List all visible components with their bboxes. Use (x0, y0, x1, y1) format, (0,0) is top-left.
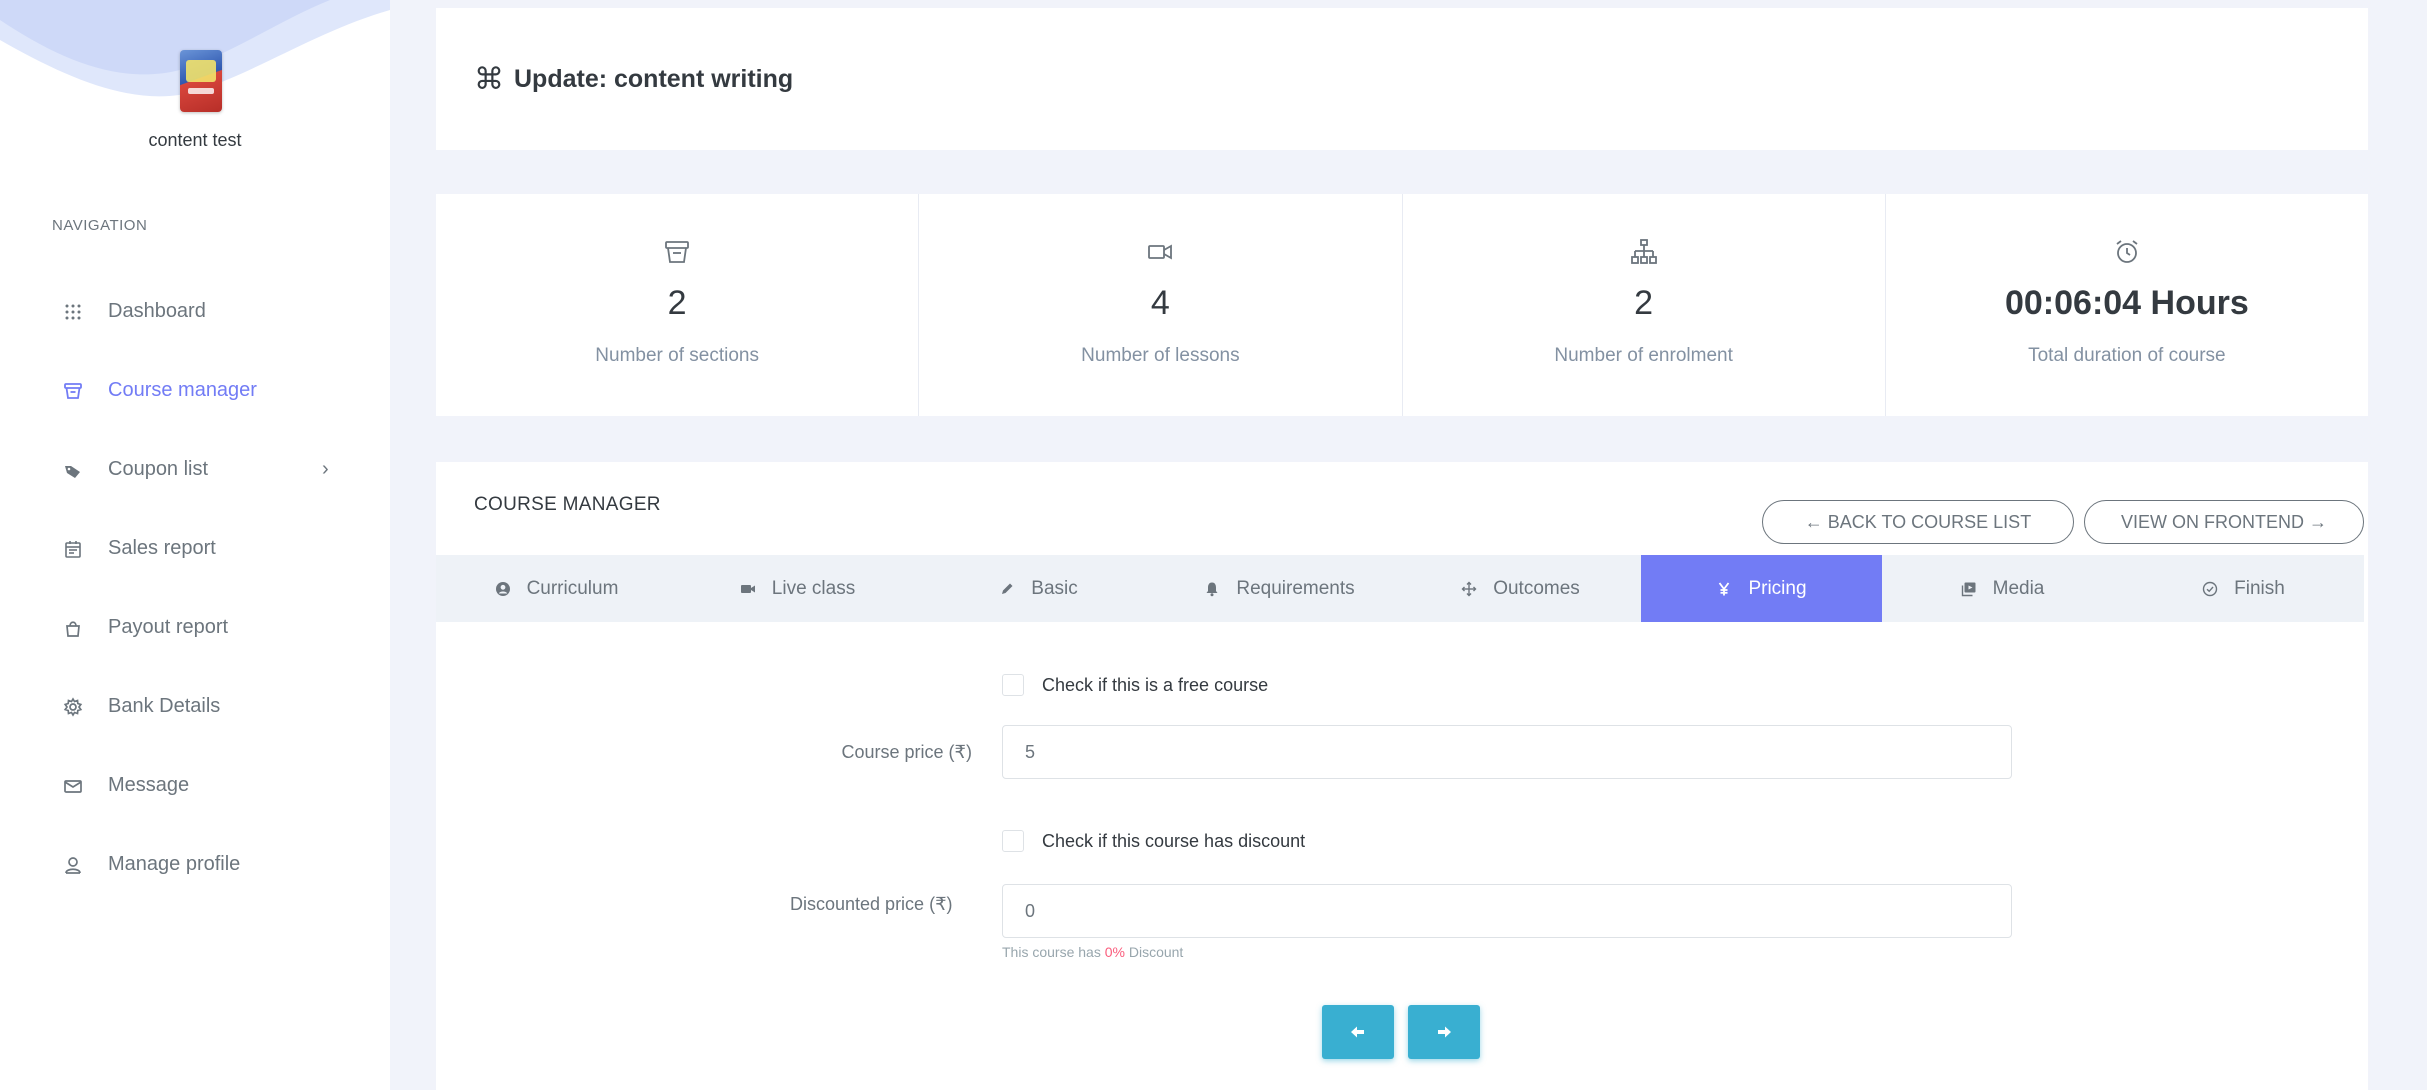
pen-icon (999, 581, 1015, 597)
tab-curriculum[interactable]: Curriculum (436, 555, 677, 622)
sidebar-item-label: Course manager (108, 379, 257, 401)
stat-duration: 00:06:04 Hours Total duration of course (1886, 194, 2368, 416)
nav-heading: NAVIGATION (52, 217, 148, 234)
sidebar: content test NAVIGATION Dashboard Course… (0, 0, 390, 1090)
move-icon (1461, 581, 1477, 597)
video-icon (1148, 244, 1173, 260)
discount-checkbox[interactable] (1002, 830, 1024, 852)
arrow-right-icon (1438, 1026, 1451, 1038)
sidebar-item-dashboard[interactable]: Dashboard (0, 272, 390, 351)
user-logo[interactable] (180, 50, 222, 112)
tab-outcomes[interactable]: Outcomes (1400, 555, 1641, 622)
tag-icon (58, 459, 88, 481)
section-title: COURSE MANAGER (474, 494, 661, 515)
discounted-price-label: Discounted price (₹) (790, 894, 953, 914)
user-name: content test (148, 130, 242, 150)
pricing-form: Check if this is a free course Course pr… (436, 622, 2368, 1090)
stat-label: Number of sections (595, 345, 759, 366)
course-manager-card: COURSE MANAGER ← BACK TO COURSE LIST VIE… (436, 462, 2368, 1090)
sitemap-icon (1630, 239, 1657, 264)
course-manager-tabs: Curriculum Live class Basic Requirements… (436, 555, 2364, 622)
course-price-input[interactable] (1002, 725, 2012, 779)
user-icon (58, 854, 88, 876)
help-suffix: Discount (1128, 944, 1184, 960)
check-circle-icon (2202, 581, 2218, 597)
sidebar-item-label: Coupon list (108, 458, 209, 480)
account-circle-icon (495, 581, 511, 597)
stat-lessons: 4 Number of lessons (919, 194, 1403, 416)
command-icon: ⌘ (474, 63, 504, 96)
stat-enrolment: 2 Number of enrolment (1403, 194, 1886, 416)
calendar-icon (58, 538, 88, 560)
archive-icon (665, 241, 690, 263)
discount-row: Check if this course has discount (1002, 830, 1305, 852)
sidebar-item-label: Payout report (108, 616, 229, 638)
tab-basic[interactable]: Basic (918, 555, 1159, 622)
course-stats-card: 2 Number of sections 4 Number of lessons… (436, 194, 2368, 416)
grid-icon (58, 301, 88, 323)
stat-sections: 2 Number of sections (436, 194, 920, 416)
previous-button[interactable] (1322, 1005, 1394, 1059)
tab-label: Curriculum (526, 577, 619, 599)
tab-pricing[interactable]: Pricing (1641, 555, 1882, 622)
course-price-label: Course price (₹) (841, 742, 972, 762)
media-icon (1961, 581, 1977, 597)
alarm-clock-icon (2116, 240, 2138, 263)
page-header-card: ⌘ Update: content writing (436, 8, 2368, 150)
mail-icon (58, 775, 88, 797)
free-course-row: Check if this is a free course (1002, 674, 1268, 696)
sidebar-nav: Dashboard Course manager Coupon list › S… (0, 272, 390, 904)
stat-label: Total duration of course (2028, 345, 2226, 366)
stat-value: 2 (667, 284, 687, 322)
yen-icon (1716, 581, 1732, 597)
archive-icon (58, 380, 88, 402)
view-on-frontend-button[interactable]: VIEW ON FRONTEND → (2084, 500, 2364, 544)
sidebar-item-manage-profile[interactable]: Manage profile (0, 825, 390, 904)
live-video-icon (740, 581, 756, 597)
tab-label: Outcomes (1493, 577, 1580, 599)
help-prefix: This course has (1002, 944, 1101, 960)
tab-label: Finish (2234, 577, 2285, 599)
sidebar-item-label: Bank Details (108, 695, 221, 717)
sidebar-item-bank-details[interactable]: Bank Details (0, 667, 390, 746)
chevron-right-icon: › (322, 458, 329, 480)
tab-label: Media (1992, 577, 2045, 599)
discounted-price-input[interactable] (1002, 884, 2012, 938)
bag-icon (58, 617, 88, 639)
free-course-label: Check if this is a free course (1042, 674, 1269, 695)
discount-help-text: This course has 0% Discount (1002, 944, 1183, 960)
sidebar-item-label: Message (108, 774, 190, 796)
free-course-checkbox[interactable] (1002, 674, 1024, 696)
stat-label: Number of enrolment (1554, 345, 1733, 366)
sidebar-item-sales-report[interactable]: Sales report (0, 509, 390, 588)
page-title: ⌘ Update: content writing (474, 62, 793, 97)
tab-live-class[interactable]: Live class (677, 555, 918, 622)
sidebar-item-coupon-list[interactable]: Coupon list › (0, 430, 390, 509)
sidebar-item-payout-report[interactable]: Payout report (0, 588, 390, 667)
settings-icon (58, 696, 88, 718)
tab-finish[interactable]: Finish (2123, 555, 2364, 622)
stat-value: 00:06:04 Hours (2004, 284, 2249, 322)
tab-label: Requirements (1236, 577, 1355, 599)
tab-media[interactable]: Media (1882, 555, 2123, 622)
bell-icon (1204, 581, 1220, 597)
discount-label: Check if this course has discount (1042, 830, 1306, 851)
sidebar-item-label: Sales report (108, 537, 216, 559)
next-button[interactable] (1408, 1005, 1480, 1059)
stat-value: 2 (1634, 284, 1654, 322)
tab-label: Pricing (1748, 577, 1807, 599)
sidebar-item-course-manager[interactable]: Course manager (0, 351, 390, 430)
sidebar-item-label: Dashboard (108, 300, 206, 322)
tab-requirements[interactable]: Requirements (1159, 555, 1400, 622)
sidebar-item-label: Manage profile (108, 853, 241, 875)
stat-value: 4 (1150, 284, 1170, 322)
stat-label: Number of lessons (1081, 345, 1240, 366)
page-title-text: Update: content writing (514, 65, 794, 93)
tab-label: Basic (1031, 577, 1078, 599)
tab-label: Live class (771, 577, 856, 599)
arrow-left-icon (1351, 1026, 1364, 1038)
discount-percent: 0% (1104, 944, 1125, 960)
back-to-course-list-button[interactable]: ← BACK TO COURSE LIST (1762, 500, 2074, 544)
sidebar-item-message[interactable]: Message (0, 746, 390, 825)
